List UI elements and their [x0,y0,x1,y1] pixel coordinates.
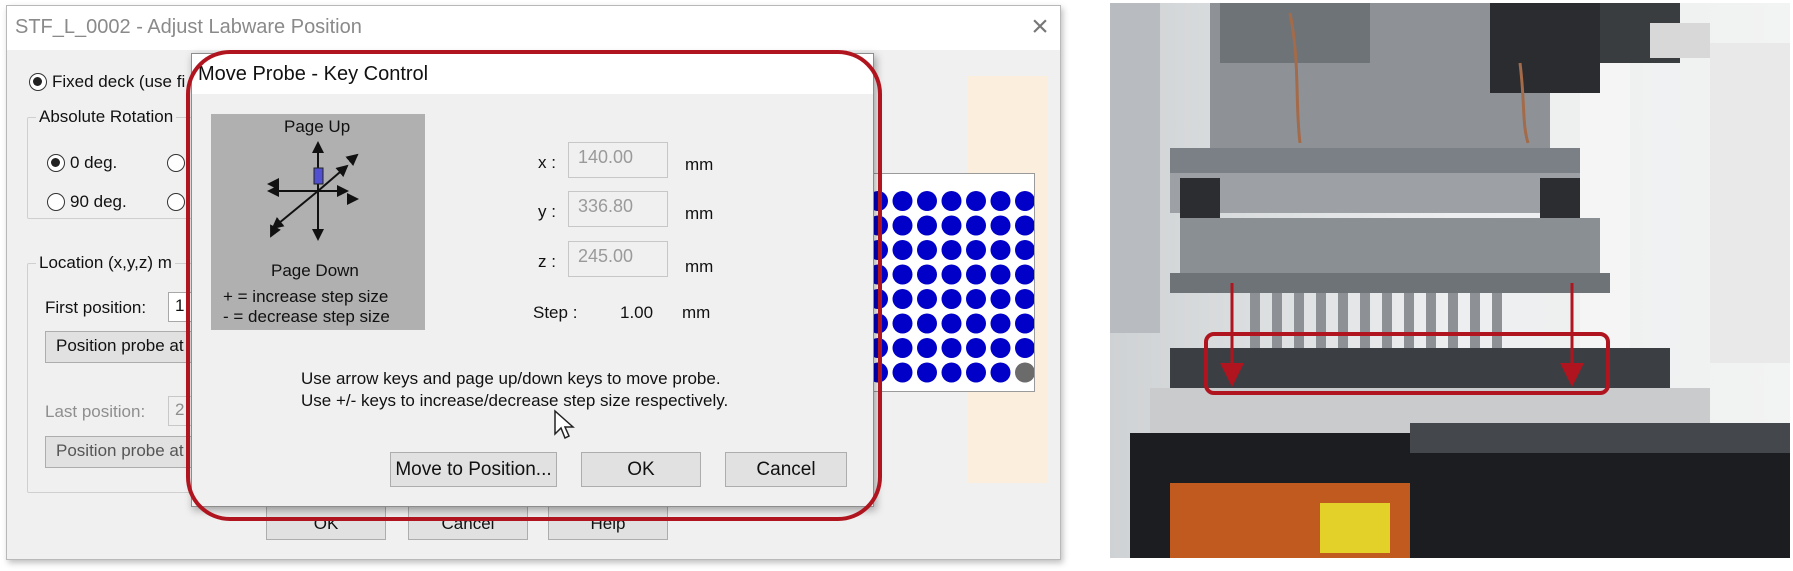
well [1015,215,1035,236]
well [941,362,962,383]
well [892,362,913,383]
well [966,338,986,358]
dialog-titlebar: STF_L_0002 - Adjust Labware Position × [7,6,1060,50]
pipetting-head-illustration [1110,3,1790,558]
well [892,338,913,358]
well [966,362,986,383]
highlight-frame [186,50,882,521]
position-probe-button-first[interactable]: Position probe at [45,331,200,363]
well [892,313,913,334]
well [1015,313,1035,334]
well [966,215,986,236]
well [1015,264,1035,285]
rotation-90-label: 90 deg. [70,192,127,211]
well [917,264,937,285]
close-icon[interactable]: × [1023,10,1057,44]
well [892,264,913,285]
well [966,313,986,334]
rotation-270-radio[interactable] [167,193,185,211]
well [990,362,1011,383]
well [917,289,937,309]
location-group-caption: Location (x,y,z) m [36,253,175,273]
well [1015,338,1035,358]
well [1015,240,1035,260]
position-probe-button-last[interactable]: Position probe at [45,436,200,468]
rotation-0-label: 0 deg. [70,153,118,172]
well [990,313,1011,334]
well [990,338,1011,358]
well [990,289,1011,309]
well [941,264,962,285]
well-grid [868,191,1035,383]
well [990,264,1011,285]
well [966,264,986,285]
well [941,215,962,236]
rotation-180-radio[interactable] [167,154,185,172]
well [1015,191,1035,211]
first-position-label: First position: [45,298,147,317]
rotation-group-caption: Absolute Rotation [36,107,177,127]
well [917,338,937,358]
well [917,362,937,383]
well [917,240,937,260]
well [917,313,937,334]
well [941,313,962,334]
well [917,191,937,211]
plate-preview [868,173,1035,392]
well [990,191,1011,211]
well [941,338,962,358]
well [966,191,986,211]
well [941,289,962,309]
well [966,240,986,260]
well [917,215,937,236]
well [892,215,913,236]
dialog-title: STF_L_0002 - Adjust Labware Position [15,16,362,38]
well [990,215,1011,236]
well [941,240,962,260]
well [990,240,1011,260]
well [892,191,913,211]
well [892,240,913,260]
well [1015,289,1035,309]
well [1015,362,1035,383]
rotation-0-radio[interactable] [47,154,65,172]
robot-photo [1110,3,1790,558]
well [941,191,962,211]
well [892,289,913,309]
fixed-deck-label: Fixed deck (use fi [52,72,186,91]
rotation-90-radio[interactable] [47,193,65,211]
fixed-deck-radio[interactable] [29,73,47,91]
well [966,289,986,309]
last-position-label: Last position: [45,402,146,421]
